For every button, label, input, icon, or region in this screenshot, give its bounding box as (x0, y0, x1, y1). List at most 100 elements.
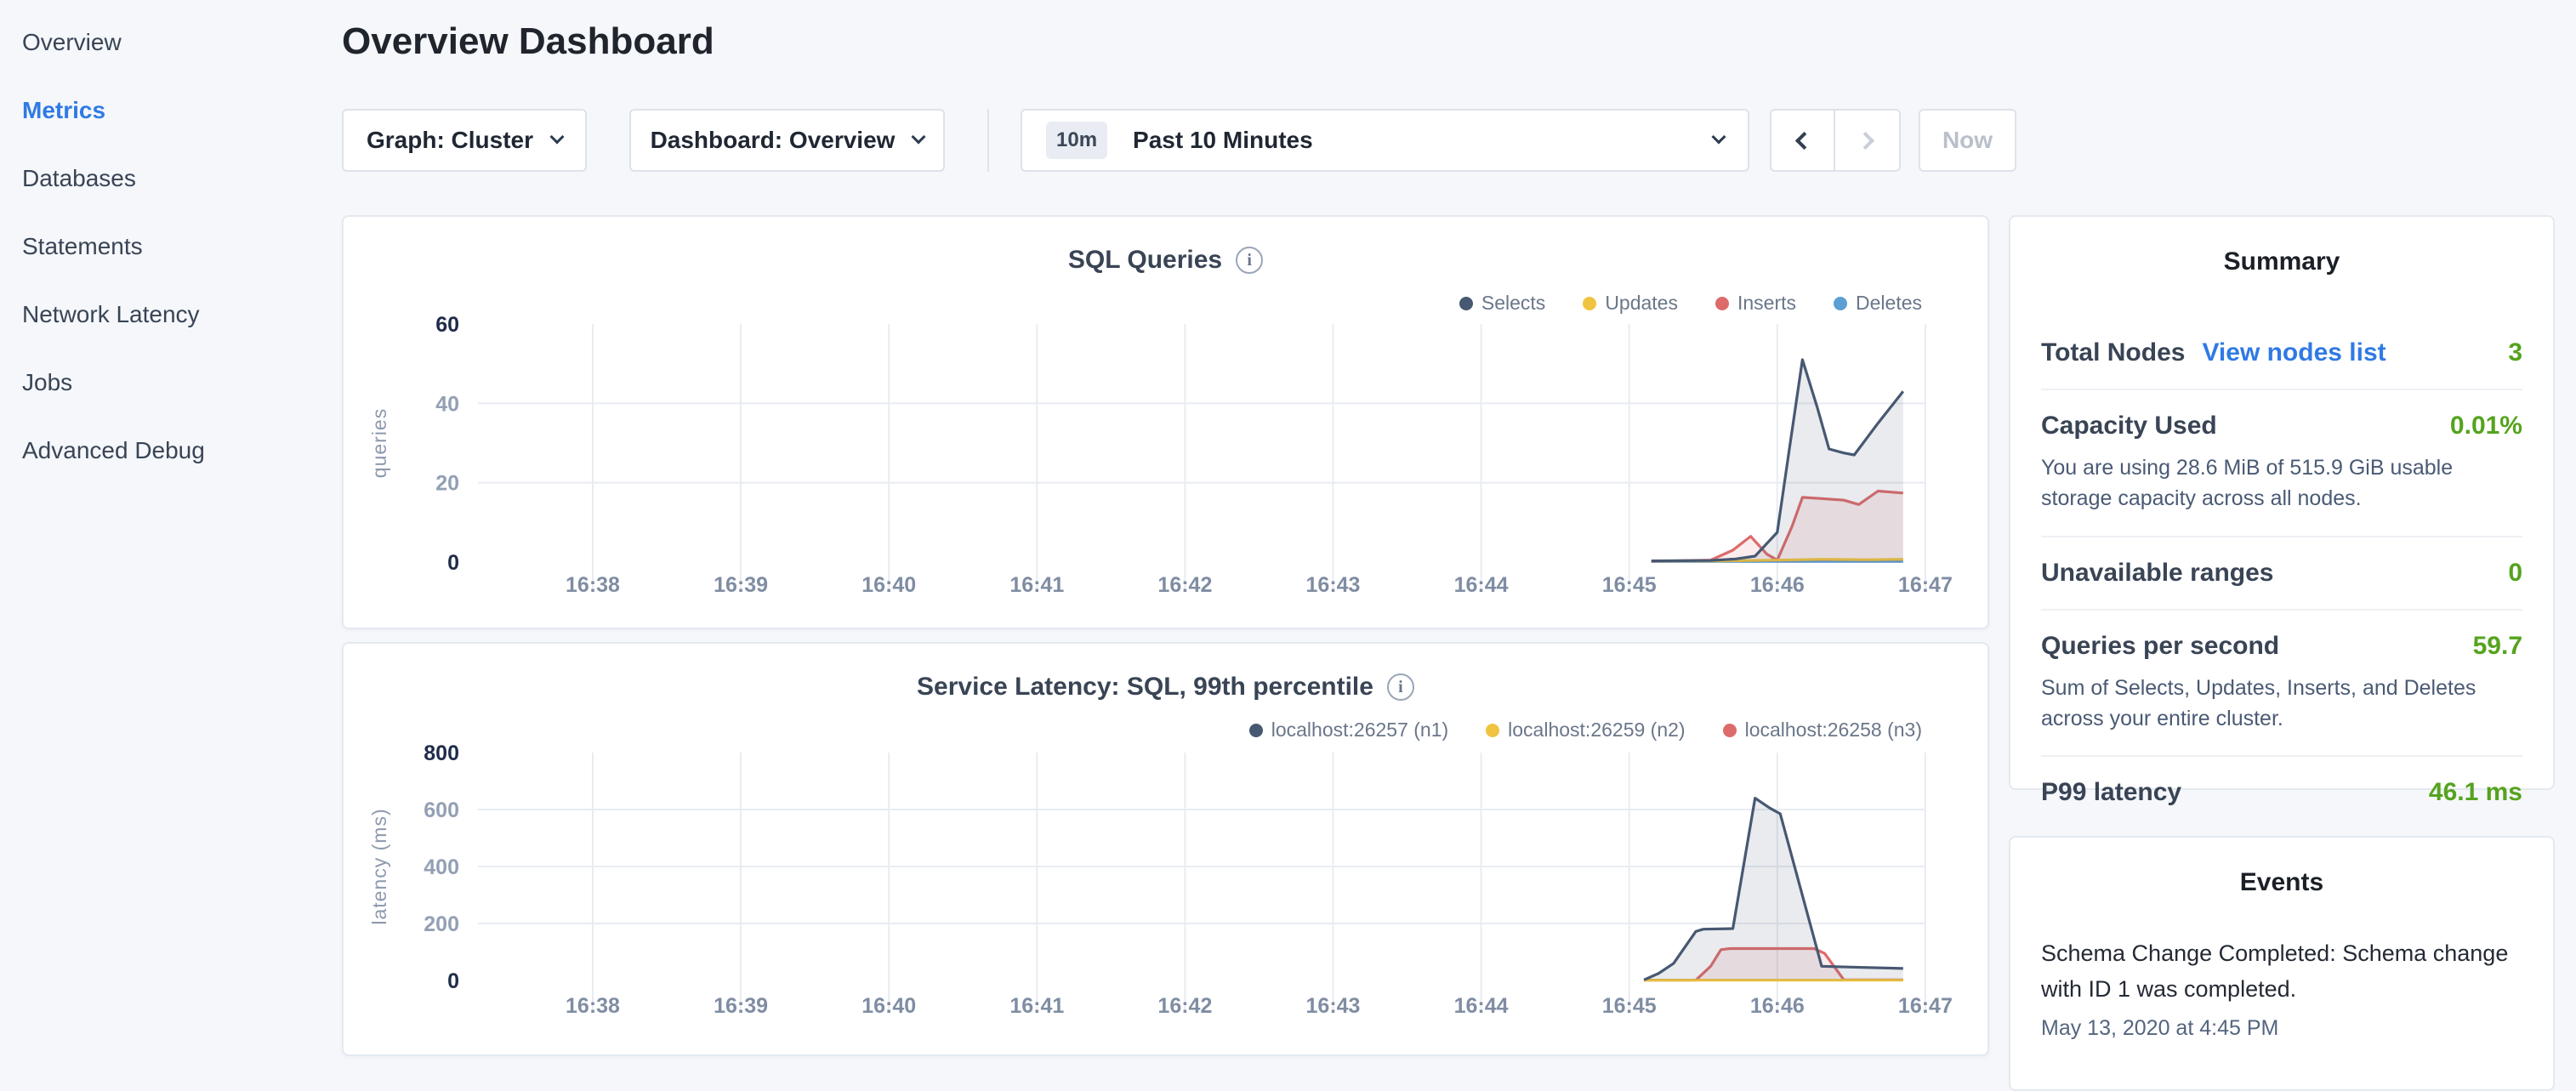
summary-row-label: Queries per second (2041, 632, 2279, 661)
now-button[interactable]: Now (1919, 109, 2016, 172)
legend-dot-icon (1723, 724, 1737, 737)
graph-dropdown-label: Graph: Cluster (367, 127, 533, 154)
svg-text:16:45: 16:45 (1602, 994, 1657, 1018)
svg-text:200: 200 (424, 912, 459, 936)
svg-text:40: 40 (435, 392, 459, 416)
legend-dot-icon (1486, 724, 1499, 737)
svg-text:latency (ms): latency (ms) (368, 808, 390, 924)
legend-label: Selects (1481, 292, 1545, 315)
summary-row-label: Total Nodes (2041, 338, 2185, 367)
chevron-left-icon (1795, 131, 1813, 149)
summary-row-description: Sum of Selects, Updates, Inserts, and De… (2041, 673, 2522, 735)
sql-queries-chart-card: 16:3816:3916:4016:4116:4216:4316:4416:45… (342, 215, 1989, 629)
event-message: Schema Change Completed: Schema change w… (2041, 936, 2522, 1008)
summary-row-unavailable-ranges: Unavailable ranges 0 (2041, 537, 2522, 611)
summary-row-value: 0 (2508, 559, 2522, 588)
svg-text:16:44: 16:44 (1454, 573, 1509, 597)
svg-text:16:46: 16:46 (1750, 573, 1805, 597)
legend-item-localhost-26259-n2: localhost:26259 (n2) (1486, 719, 1685, 742)
time-pager (1770, 109, 1901, 172)
svg-text:16:39: 16:39 (714, 994, 768, 1018)
events-list: Schema Change Completed: Schema change w… (2041, 936, 2522, 1041)
svg-text:400: 400 (424, 855, 459, 879)
sidebar-item-databases[interactable]: Databases (22, 145, 323, 213)
info-icon[interactable]: i (1236, 247, 1263, 274)
legend-label: localhost:26259 (n2) (1508, 719, 1685, 742)
chevron-down-icon (550, 130, 565, 145)
legend-dot-icon (1459, 297, 1473, 310)
svg-text:16:41: 16:41 (1009, 994, 1064, 1018)
legend-label: Updates (1605, 292, 1678, 315)
svg-text:16:40: 16:40 (862, 994, 916, 1018)
legend-label: Deletes (1856, 292, 1922, 315)
svg-text:800: 800 (424, 742, 459, 765)
chevron-right-icon (1857, 131, 1874, 149)
svg-text:16:38: 16:38 (566, 994, 620, 1018)
chart-legend: Selects Updates Inserts Deletes (1459, 292, 1922, 315)
summary-row-label: P99 latency (2041, 778, 2181, 807)
sidebar-item-jobs[interactable]: Jobs (22, 349, 323, 417)
chart-title: SQL Queries (1068, 246, 1222, 275)
sql-queries-plot: 16:3816:3916:4016:4116:4216:4316:4416:45… (344, 217, 1987, 628)
svg-text:16:45: 16:45 (1602, 573, 1657, 597)
legend-item-updates: Updates (1583, 292, 1678, 315)
dashboard-dropdown[interactable]: Dashboard: Overview (629, 109, 945, 172)
legend-dot-icon (1834, 297, 1847, 310)
time-back-button[interactable] (1770, 109, 1835, 172)
summary-row-value: 46.1 ms (2429, 778, 2522, 807)
chart-head: SQL Queries i (344, 246, 1987, 275)
sidebar-item-statements[interactable]: Statements (22, 213, 323, 281)
summary-row-label: Capacity Used (2041, 412, 2217, 440)
chevron-down-icon (1712, 130, 1726, 145)
legend-dot-icon (1715, 297, 1729, 310)
sidebar-item-metrics[interactable]: Metrics (22, 77, 323, 145)
svg-text:0: 0 (447, 551, 459, 575)
summary-title: Summary (2041, 247, 2522, 276)
legend-label: localhost:26258 (n3) (1745, 719, 1922, 742)
summary-row-capacity-used: Capacity Used0.01%You are using 28.6 MiB… (2041, 390, 2522, 537)
legend-label: localhost:26257 (n1) (1271, 719, 1448, 742)
legend-item-deletes: Deletes (1834, 292, 1922, 315)
svg-text:16:47: 16:47 (1898, 573, 1953, 597)
legend-label: Inserts (1737, 292, 1796, 315)
svg-text:16:40: 16:40 (862, 573, 916, 597)
chart-title: Service Latency: SQL, 99th percentile (917, 673, 1373, 702)
page-title: Overview Dashboard (342, 20, 714, 63)
svg-text:16:42: 16:42 (1157, 573, 1212, 597)
svg-text:16:47: 16:47 (1898, 994, 1953, 1018)
sidebar-item-advanced-debug[interactable]: Advanced Debug (22, 417, 323, 485)
chart-head: Service Latency: SQL, 99th percentile i (344, 673, 1987, 702)
summary-panel: Summary Total Nodes View nodes list 3 Capac… (2009, 215, 2555, 790)
time-forward-button[interactable] (1835, 109, 1901, 172)
svg-text:16:43: 16:43 (1306, 573, 1361, 597)
events-title: Events (2041, 868, 2522, 897)
legend-item-selects: Selects (1459, 292, 1545, 315)
summary-row-p99-latency: P99 latency 46.1 ms (2041, 757, 2522, 828)
legend-item-localhost-26258-n3: localhost:26258 (n3) (1723, 719, 1922, 742)
summary-row-value: 3 (2508, 338, 2522, 367)
service-latency-chart-card: 16:3816:3916:4016:4116:4216:4316:4416:45… (342, 642, 1989, 1056)
svg-text:16:41: 16:41 (1009, 573, 1064, 597)
sidebar-nav: OverviewMetricsDatabasesStatementsNetwor… (0, 0, 323, 1051)
graph-dropdown[interactable]: Graph: Cluster (342, 109, 587, 172)
legend-dot-icon (1583, 297, 1596, 310)
service-latency-plot: 16:3816:3916:4016:4116:4216:4316:4416:45… (344, 644, 1987, 1054)
svg-text:20: 20 (435, 472, 459, 496)
dashboard-dropdown-label: Dashboard: Overview (651, 127, 896, 154)
summary-row-label: Unavailable ranges (2041, 559, 2273, 588)
event-item: Schema Change Completed: Schema change w… (2041, 936, 2522, 1041)
view-nodes-list-link[interactable]: View nodes list (2202, 338, 2386, 367)
svg-text:16:39: 16:39 (714, 573, 768, 597)
svg-text:16:44: 16:44 (1454, 994, 1509, 1018)
time-range-selector[interactable]: 10m Past 10 Minutes (1021, 109, 1749, 172)
time-range-badge: 10m (1046, 122, 1107, 159)
summary-rows: Total Nodes View nodes list 3 Capacity Used… (2041, 317, 2522, 828)
svg-text:60: 60 (435, 313, 459, 337)
legend-item-inserts: Inserts (1715, 292, 1796, 315)
sidebar-item-overview[interactable]: Overview (22, 9, 323, 77)
time-range-label: Past 10 Minutes (1133, 127, 1313, 154)
svg-text:queries: queries (368, 408, 390, 478)
info-icon[interactable]: i (1387, 673, 1414, 701)
svg-text:0: 0 (447, 969, 459, 993)
sidebar-item-network-latency[interactable]: Network Latency (22, 281, 323, 349)
